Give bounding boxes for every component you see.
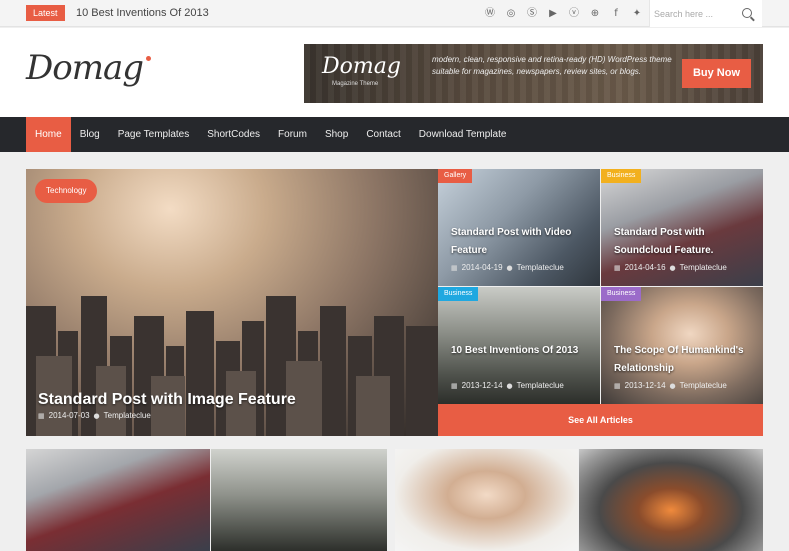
tile-title[interactable]: The Scope Of Humankind's Relationship: [614, 342, 759, 378]
site-logo[interactable]: Domag: [26, 48, 152, 88]
tile-meta: ▦ 2014-04-19 ● Templateclue: [451, 263, 564, 272]
featured-main-meta: ▦ 2014-07-03 ● Templateclue: [38, 411, 151, 420]
user-icon: ●: [669, 263, 676, 272]
banner-logo-sub: Magazine Theme: [332, 81, 379, 87]
post-thumbnail[interactable]: [395, 449, 578, 551]
vimeo-icon[interactable]: ⓥ: [566, 6, 582, 21]
facebook-icon[interactable]: f: [608, 6, 624, 21]
logo-dot: [146, 56, 152, 61]
nav-item-blog[interactable]: Blog: [71, 117, 109, 152]
featured-main-post[interactable]: Technology Standard Post with Image Feat…: [26, 169, 438, 436]
post-grid-row: [26, 449, 763, 551]
featured-tile[interactable]: Business 10 Best Inventions Of 2013 ▦ 20…: [438, 287, 600, 404]
tile-title[interactable]: Standard Post with Soundcloud Feature.: [614, 224, 759, 260]
nav-item-shortcodes[interactable]: ShortCodes: [198, 117, 269, 152]
tile-title[interactable]: Standard Post with Video Feature: [451, 224, 596, 260]
user-icon: ●: [669, 381, 676, 390]
post-thumbnail[interactable]: [26, 449, 210, 551]
post-thumbnail[interactable]: [211, 449, 387, 551]
calendar-icon: ▦: [614, 381, 621, 390]
post-date: 2013-12-14: [624, 381, 666, 390]
search-input[interactable]: [654, 6, 738, 21]
post-author[interactable]: Templateclue: [517, 381, 564, 390]
tile-meta: ▦ 2013-12-14 ● Templateclue: [451, 381, 564, 390]
post-author[interactable]: Templateclue: [680, 381, 727, 390]
rss-icon[interactable]: ⊕: [587, 6, 603, 21]
nav-item-shop[interactable]: Shop: [316, 117, 357, 152]
search-box: [649, 0, 762, 27]
post-date: 2014-04-19: [461, 263, 503, 272]
tile-meta: ▦ 2013-12-14 ● Templateclue: [614, 381, 727, 390]
post-date: 2014-07-03: [48, 411, 90, 420]
post-date: 2014-04-16: [624, 263, 666, 272]
twitter-icon[interactable]: ✦: [629, 6, 645, 21]
post-author[interactable]: Templateclue: [517, 263, 564, 272]
nav-item-home[interactable]: Home: [26, 117, 71, 152]
nav-item-forum[interactable]: Forum: [269, 117, 316, 152]
latest-badge: Latest: [26, 5, 65, 21]
category-badge[interactable]: Business: [601, 169, 642, 183]
category-badge[interactable]: Business: [601, 287, 642, 301]
featured-tile[interactable]: Gallery Standard Post with Video Feature…: [438, 169, 600, 286]
featured-tile[interactable]: Business Standard Post with Soundcloud F…: [601, 169, 763, 286]
nav-item-page-templates[interactable]: Page Templates: [109, 117, 199, 152]
buy-now-button[interactable]: Buy Now: [682, 59, 751, 88]
wordpress-icon[interactable]: Ⓦ: [482, 6, 498, 21]
social-icons: Ⓦ ◎ Ⓢ ▶ ⓥ ⊕ f ✦: [482, 6, 645, 21]
nav-item-download-template[interactable]: Download Template: [410, 117, 516, 152]
featured-main-title[interactable]: Standard Post with Image Feature: [38, 391, 296, 409]
calendar-icon: ▦: [38, 411, 45, 420]
nav-items: Home Blog Page Templates ShortCodes Foru…: [26, 117, 515, 152]
banner-logo: Domag: [322, 54, 401, 79]
user-icon: ●: [506, 263, 513, 272]
category-badge[interactable]: Business: [438, 287, 479, 301]
top-bar: Latest 10 Best Inventions Of 2013 Ⓦ ◎ Ⓢ …: [0, 0, 789, 27]
header-banner-ad[interactable]: Domag Magazine Theme modern, clean, resp…: [304, 44, 763, 103]
site-header: Domag Domag Magazine Theme modern, clean…: [0, 28, 789, 117]
user-icon: ●: [506, 381, 513, 390]
post-date: 2013-12-14: [461, 381, 503, 390]
search-icon[interactable]: [742, 8, 752, 18]
category-badge[interactable]: Gallery: [438, 169, 473, 183]
see-all-articles-button[interactable]: See All Articles: [438, 404, 763, 436]
calendar-icon: ▦: [614, 263, 621, 272]
featured-tile[interactable]: Business The Scope Of Humankind's Relati…: [601, 287, 763, 404]
banner-text: modern, clean, responsive and retina-rea…: [432, 55, 672, 76]
featured-section: Technology Standard Post with Image Feat…: [26, 169, 763, 436]
main-nav: Home Blog Page Templates ShortCodes Foru…: [0, 117, 789, 152]
youtube-icon[interactable]: ▶: [545, 6, 561, 21]
calendar-icon: ▦: [451, 381, 458, 390]
category-pill-technology[interactable]: Technology: [35, 179, 98, 203]
post-thumbnail[interactable]: [579, 449, 763, 551]
skype-icon[interactable]: Ⓢ: [524, 6, 540, 21]
tile-meta: ▦ 2014-04-16 ● Templateclue: [614, 263, 727, 272]
nav-item-contact[interactable]: Contact: [357, 117, 409, 152]
user-icon: ●: [93, 411, 100, 420]
tile-title[interactable]: 10 Best Inventions Of 2013: [451, 342, 596, 360]
logo-text: Domag: [26, 48, 144, 88]
latest-ticker-title[interactable]: 10 Best Inventions Of 2013: [76, 6, 209, 21]
post-author[interactable]: Templateclue: [680, 263, 727, 272]
calendar-icon: ▦: [451, 263, 458, 272]
post-author[interactable]: Templateclue: [104, 411, 151, 420]
dribbble-icon[interactable]: ◎: [503, 6, 519, 21]
